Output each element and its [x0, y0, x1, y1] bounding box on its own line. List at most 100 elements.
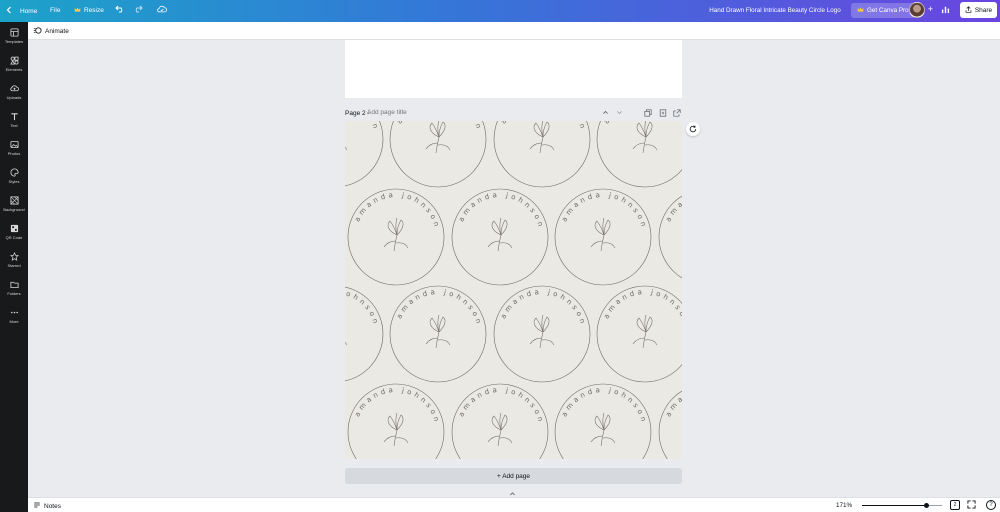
- sidebar-item-label: Text: [10, 123, 18, 128]
- page-count-button[interactable]: 2: [950, 500, 960, 510]
- file-menu[interactable]: File: [50, 7, 60, 14]
- sidebar-item-more[interactable]: More: [0, 308, 28, 334]
- sidebar-item-label: Uploads: [6, 95, 22, 100]
- page-2-design[interactable]: amanda johnson amanda johnson amanda johns…: [345, 121, 682, 459]
- question-icon: ?: [989, 502, 993, 508]
- logo-text: amanda johnson: [499, 121, 587, 132]
- sidebar-item-templates[interactable]: Templates: [0, 28, 28, 54]
- floral-sketch: [425, 314, 451, 349]
- folders-icon: [9, 281, 19, 289]
- floral-sketch: [529, 314, 555, 349]
- sidebar-item-label: Styles: [8, 179, 20, 184]
- logo-circle: amanda johnson: [347, 188, 445, 286]
- styles-icon: [10, 168, 19, 177]
- text-icon: [10, 113, 18, 121]
- logo-circle: amanda johnson: [451, 188, 549, 286]
- floral-sketch: [345, 146, 348, 151]
- page-label: Page 2 -: [345, 110, 370, 117]
- sidebar-item-photos[interactable]: Photos: [0, 140, 28, 166]
- share-page-icon[interactable]: [672, 109, 681, 118]
- floral-sketch: [425, 121, 451, 154]
- help-button[interactable]: ?: [986, 500, 996, 510]
- page-1[interactable]: [345, 40, 682, 98]
- sidebar-item-text[interactable]: Text: [0, 112, 28, 138]
- home-button[interactable]: Home: [6, 6, 37, 16]
- zoom-slider-fill: [862, 505, 926, 506]
- logo-circle: amanda johnson: [554, 188, 652, 286]
- editor-toolbar: Animate: [28, 22, 1000, 40]
- logo-circle: amanda johnson: [389, 121, 487, 188]
- get-canva-pro-button[interactable]: Get Canva Pro: [851, 3, 915, 18]
- logo-circle: amanda johnson: [554, 383, 652, 459]
- logo-text: amanda johnson: [560, 386, 648, 425]
- save-status-button[interactable]: [157, 5, 167, 15]
- bottom-bar: Notes 171% 2 ?: [28, 497, 1000, 512]
- sidebar-item-label: Starred: [7, 263, 21, 268]
- logo-text: amanda johnson: [560, 191, 648, 230]
- floral-sketch: [590, 217, 616, 252]
- floral-sketch: [590, 412, 616, 447]
- logo-circle: amanda johnson: [658, 386, 682, 459]
- floral-sketch: [383, 412, 409, 447]
- add-page-button[interactable]: + Add page: [345, 468, 682, 484]
- chevron-down-icon[interactable]: [615, 109, 624, 118]
- logo-circle: amanda johnson: [596, 121, 682, 188]
- zoom-slider[interactable]: [862, 503, 942, 508]
- zoom-slider-thumb[interactable]: [923, 503, 929, 508]
- share-icon: [965, 5, 972, 15]
- logo-circle: amanda johnson: [345, 286, 384, 382]
- floral-sketch: [632, 121, 658, 154]
- elements-icon: [9, 56, 19, 65]
- avatar[interactable]: [909, 2, 925, 18]
- sidebar-item-label: Elements: [5, 67, 23, 72]
- duplicate-page-icon[interactable]: [643, 109, 652, 118]
- expand-icon: [967, 500, 976, 511]
- floral-sketch: [487, 217, 513, 252]
- animate-icon: [33, 26, 42, 37]
- crown-icon: [74, 6, 81, 15]
- sidebar-item-folders[interactable]: Folders: [0, 280, 28, 306]
- logo-text: amanda johnson: [457, 191, 545, 230]
- fullscreen-button[interactable]: [967, 500, 976, 511]
- sidebar-item-elements[interactable]: Elements: [0, 56, 28, 82]
- logo-circle: amanda johnson: [389, 285, 487, 383]
- logo-text: amanda johnson: [457, 386, 545, 425]
- chevron-up-icon[interactable]: [601, 109, 610, 118]
- zoom-level[interactable]: 171%: [836, 502, 852, 509]
- add-page-icon[interactable]: [658, 109, 667, 118]
- notes-label: Notes: [44, 502, 61, 510]
- undo-button[interactable]: [115, 5, 125, 15]
- animate-button[interactable]: Animate: [33, 26, 69, 37]
- templates-icon: [9, 28, 19, 37]
- floral-sketch: [529, 121, 555, 154]
- more-icon: [10, 311, 18, 314]
- logo-circle: amanda johnson: [451, 383, 549, 459]
- document-title[interactable]: Hand Drawn Floral Intricate Beauty Circl…: [700, 7, 850, 14]
- logo-circle: amanda johnson: [493, 121, 591, 188]
- redo-icon: [133, 5, 143, 15]
- redo-button[interactable]: [133, 5, 143, 15]
- resize-button[interactable]: Resize: [74, 6, 104, 15]
- sidebar-item-label: QR Code: [5, 235, 23, 240]
- sidebar-item-background[interactable]: Background: [0, 196, 28, 222]
- notes-button[interactable]: Notes: [33, 501, 61, 511]
- undo-icon: [115, 5, 125, 15]
- top-bar: Home File Resize Hand Drawn Floral Intri…: [0, 0, 1000, 22]
- refresh-button[interactable]: [686, 122, 700, 136]
- resize-label: Resize: [84, 7, 104, 14]
- add-people-button[interactable]: +: [926, 5, 935, 14]
- home-label: Home: [20, 7, 38, 15]
- left-sidebar: Templates Elements Uploads Text Photos S…: [0, 22, 28, 512]
- logo-circle: amanda johnson: [596, 285, 682, 383]
- sidebar-item-qr-code[interactable]: QR Code: [0, 224, 28, 250]
- sidebar-item-label: More: [9, 319, 19, 324]
- sidebar-item-starred[interactable]: Starred: [0, 252, 28, 278]
- sidebar-item-uploads[interactable]: Uploads: [0, 84, 28, 110]
- share-button[interactable]: Share: [960, 2, 997, 18]
- cloud-check-icon: [157, 5, 167, 15]
- plus-icon: +: [927, 4, 934, 14]
- sidebar-item-styles[interactable]: Styles: [0, 168, 28, 194]
- page-title-input[interactable]: [367, 109, 457, 116]
- insights-button[interactable]: [941, 5, 950, 16]
- logo-text: amanda johnson: [353, 386, 441, 425]
